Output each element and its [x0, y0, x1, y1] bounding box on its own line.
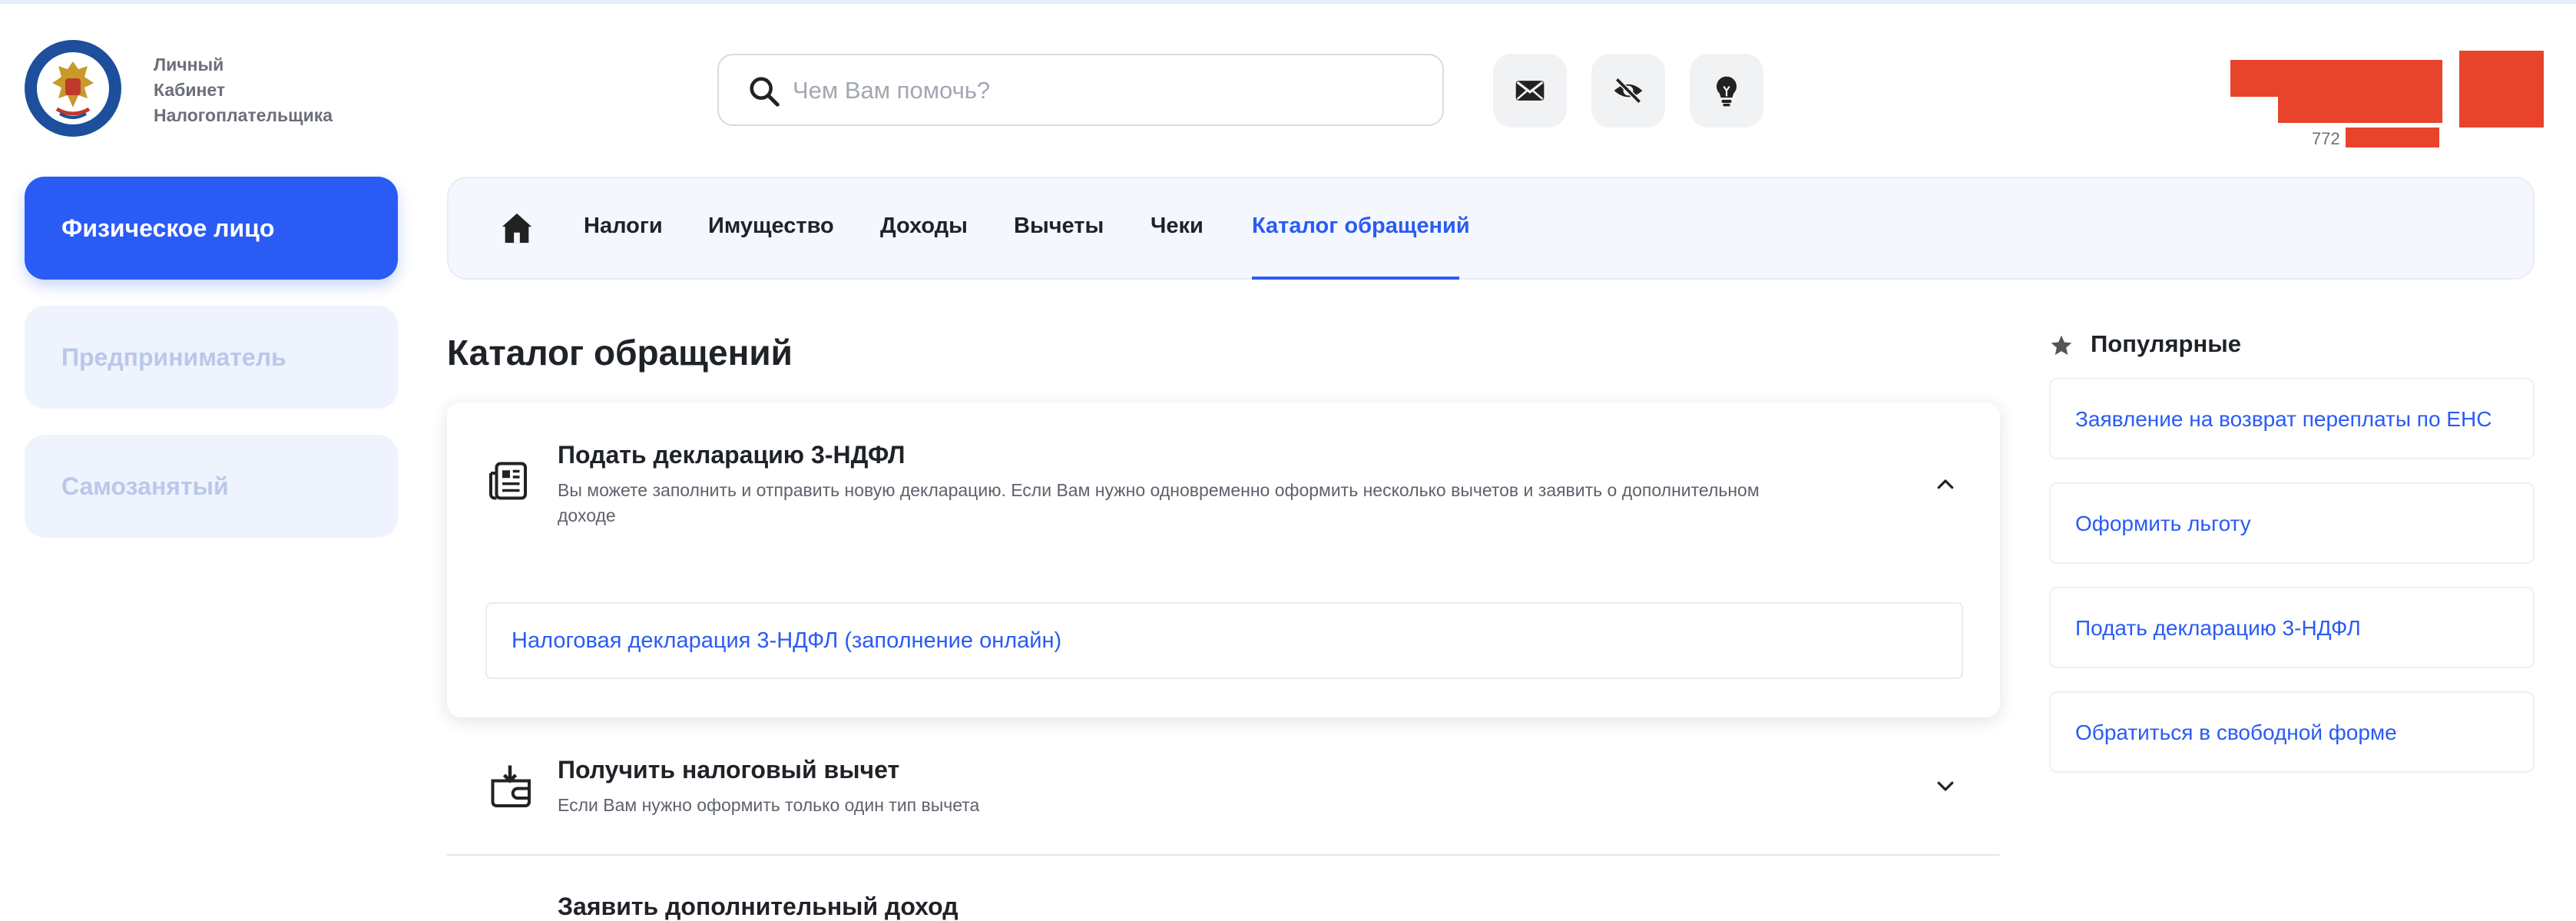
nav-self-employed-label: Самозанятый — [61, 472, 229, 500]
nav-entrepreneur[interactable]: Предприниматель — [25, 306, 398, 409]
nav-individual-label: Физическое лицо — [61, 214, 275, 242]
section-title[interactable]: Подать декларацию 3-НДФЛ — [558, 441, 906, 469]
tab-taxes[interactable]: Налоги — [584, 214, 663, 239]
popular-item-label: Обратиться в свободной форме — [2075, 721, 2397, 744]
search-input[interactable]: Чем Вам помочь? — [717, 54, 1444, 126]
tab-deductions[interactable]: Вычеты — [1014, 214, 1104, 239]
popular-item-free-form[interactable]: Обратиться в свободной форме — [2049, 691, 2535, 773]
nav-self-employed[interactable]: Самозанятый — [25, 435, 398, 538]
popular-item-declaration[interactable]: Подать декларацию 3-НДФЛ — [2049, 587, 2535, 668]
nav-entrepreneur-label: Предприниматель — [61, 343, 286, 371]
section-deduction-title[interactable]: Получить налоговый вычет — [558, 756, 899, 784]
section-deduction-description: Если Вам нужно оформить только один тип … — [558, 795, 980, 815]
redacted-inn — [2346, 128, 2439, 147]
home-icon[interactable] — [499, 210, 535, 246]
tab-property[interactable]: Имущество — [708, 214, 834, 239]
popular-item-label: Оформить льготу — [2075, 512, 2251, 535]
search-icon — [750, 77, 780, 107]
popular-item-ens-refund[interactable]: Заявление на возврат переплаты по ЕНС — [2049, 378, 2535, 459]
popular-heading: Популярные — [2091, 330, 2241, 357]
popular-item-label: Заявление на возврат переплаты по ЕНС — [2075, 407, 2492, 431]
redacted-avatar[interactable] — [2459, 51, 2544, 128]
tab-receipts[interactable]: Чеки — [1151, 214, 1204, 239]
section-additional-income-title[interactable]: Заявить дополнительный доход — [558, 893, 959, 921]
popular-item-benefit[interactable]: Оформить льготу — [2049, 482, 2535, 564]
active-tab-indicator — [1252, 277, 1459, 280]
tab-request-catalog[interactable]: Каталог обращений — [1252, 214, 1470, 239]
section-divider — [447, 854, 2000, 856]
visibility-toggle-button[interactable] — [1591, 54, 1665, 128]
chevron-up-icon[interactable] — [1934, 473, 1957, 496]
redacted-user-name — [2230, 60, 2442, 97]
fns-logo[interactable] — [23, 38, 123, 138]
wallet-download-icon — [491, 765, 531, 807]
star-icon — [2051, 335, 2072, 355]
declaration-online-link[interactable]: Налоговая декларация 3-НДФЛ (заполнение … — [485, 602, 1963, 679]
top-border — [0, 0, 2576, 4]
declaration-online-link-text: Налоговая декларация 3-НДФЛ (заполнение … — [512, 628, 1062, 653]
account-inn-prefix: 772 — [2312, 129, 2340, 148]
nav-individual[interactable]: Физическое лицо — [25, 177, 398, 280]
tips-button[interactable] — [1690, 54, 1763, 128]
lightbulb-icon — [1716, 76, 1737, 107]
logo-text: Личный Кабинет Налогоплательщика — [154, 55, 333, 125]
hidden-eye-icon — [1614, 77, 1643, 104]
tab-income[interactable]: Доходы — [880, 214, 968, 239]
page-title: Каталог обращений — [447, 333, 793, 373]
section-description: Вы можете заполнить и отправить новую де… — [558, 480, 1760, 525]
redacted-user-name-line2 — [2278, 95, 2442, 123]
popular-item-label: Подать декларацию 3-НДФЛ — [2075, 616, 2361, 640]
document-icon — [489, 462, 527, 500]
mail-icon — [1515, 81, 1545, 101]
section-declaration: Подать декларацию 3-НДФЛ Вы можете запол… — [447, 403, 2000, 717]
chevron-down-icon[interactable] — [1934, 774, 1957, 797]
messages-button[interactable] — [1493, 54, 1567, 128]
main-tabs: Налоги Имущество Доходы Вычеты Чеки Ката… — [447, 177, 2535, 280]
search-placeholder: Чем Вам помочь? — [793, 77, 991, 104]
